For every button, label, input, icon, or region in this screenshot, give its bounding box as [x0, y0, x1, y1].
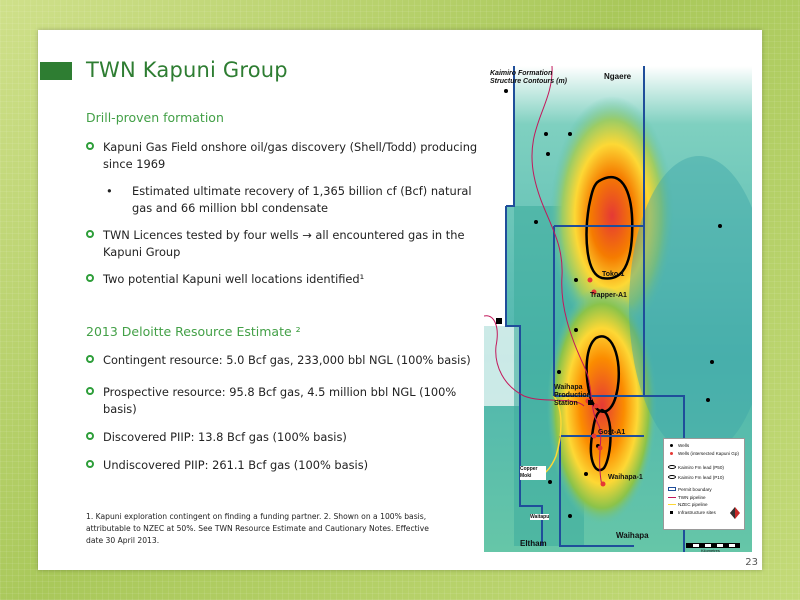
bullet-ring-icon [86, 230, 94, 238]
permit-boundary-icon [668, 487, 676, 491]
map-label-waihapa-station: Waihapa Production Station [554, 384, 591, 407]
bullet-text: Contingent resource: 5.0 Bcf gas, 233,00… [103, 353, 471, 367]
map-scale-label: Kilometres [701, 548, 720, 553]
bullet-ring-icon [86, 142, 94, 150]
well-red-dot-icon [670, 452, 673, 455]
lead-p10-icon [668, 475, 676, 479]
map-label-ngaere: Ngaere [604, 72, 632, 81]
infrastructure-square-icon [670, 511, 673, 514]
bullet-ring-icon [86, 460, 94, 468]
bullet-text: Discovered PIIP: 13.8 Bcf gas (100% basi… [103, 430, 347, 444]
map-label-waihapa: Waihapa [616, 531, 649, 540]
well-dot-icon [670, 444, 673, 447]
legend-label: TWN pipeline [678, 495, 706, 500]
map-title-line1: Kaimiro Formation [490, 70, 553, 77]
bullet-text: TWN Licences tested by four wells → all … [103, 228, 465, 259]
bullet-text: Prospective resource: 95.8 Bcf gas, 4.5 … [103, 385, 457, 416]
page-number: 23 [745, 557, 758, 568]
map-label-copper-moki: Copper Moki [520, 466, 546, 480]
sub-bullet-item: • Estimated ultimate recovery of 1,365 b… [106, 183, 476, 217]
legend-label: Kaimiro Fm lead (P50) [678, 465, 724, 470]
legend-label: NZEC pipeline [678, 502, 708, 507]
map-title-line2: Structure Contours (m) [490, 78, 567, 85]
section-heading-drill-proven: Drill-proven formation [86, 110, 224, 125]
bullet-item: Discovered PIIP: 13.8 Bcf gas (100% basi… [86, 429, 486, 446]
bullet-ring-icon [86, 387, 94, 395]
map-label-waitapu: Waitapu [530, 514, 550, 520]
bullet-item: Kapuni Gas Field onshore oil/gas discove… [86, 139, 486, 173]
map-label-eltham: Eltham [520, 539, 547, 548]
map-legend: Wells Wells (intersected Kapuni Gp) Kaim… [663, 438, 745, 530]
map-label-gost: Gost-A1 [598, 429, 626, 436]
map-label-trapper: Trapper-A1 [590, 292, 627, 299]
section-heading-resource-estimate: 2013 Deloitte Resource Estimate ² [86, 324, 301, 339]
bullet-text: Kapuni Gas Field onshore oil/gas discove… [103, 140, 478, 171]
map-label-waihapa1: Waihapa-1 [608, 474, 643, 481]
bullet-item: TWN Licences tested by four wells → all … [86, 227, 486, 261]
lead-p50-icon [668, 465, 676, 469]
bullet-item: Undiscovered PIIP: 261.1 Bcf gas (100% b… [86, 457, 486, 474]
twn-pipeline-icon [668, 497, 676, 498]
legend-label: Infrastructure sites [678, 510, 716, 515]
north-arrow-icon [730, 507, 740, 519]
bullet-item: Two potential Kapuni well locations iden… [86, 271, 486, 288]
map-label-toko: Toko-1 [602, 271, 625, 278]
legend-label: Kaimiro Fm lead (P10) [678, 475, 724, 480]
legend-label: Wells (intersected Kapuni Gp) [678, 451, 739, 456]
footnote: 1. Kapuni exploration contingent on find… [86, 512, 429, 545]
nzec-pipeline-icon [668, 504, 676, 505]
bullet-text: Two potential Kapuni well locations iden… [103, 272, 365, 286]
slide-title: TWN Kapuni Group [86, 58, 288, 82]
bullet-text: Undiscovered PIIP: 261.1 Bcf gas (100% b… [103, 458, 369, 472]
title-accent-bar [40, 62, 72, 80]
bullet-item: Contingent resource: 5.0 Bcf gas, 233,00… [86, 352, 486, 369]
bullet-item: Prospective resource: 95.8 Bcf gas, 4.5 … [86, 384, 486, 418]
bullet-ring-icon [86, 432, 94, 440]
legend-label: Wells [678, 443, 690, 448]
bullet-ring-icon [86, 355, 94, 363]
sub-bullet-text: Estimated ultimate recovery of 1,365 bil… [132, 184, 472, 215]
legend-label: Permit boundary [678, 487, 712, 492]
sub-bullet-dot: • [106, 184, 113, 198]
bullet-ring-icon [86, 274, 94, 282]
